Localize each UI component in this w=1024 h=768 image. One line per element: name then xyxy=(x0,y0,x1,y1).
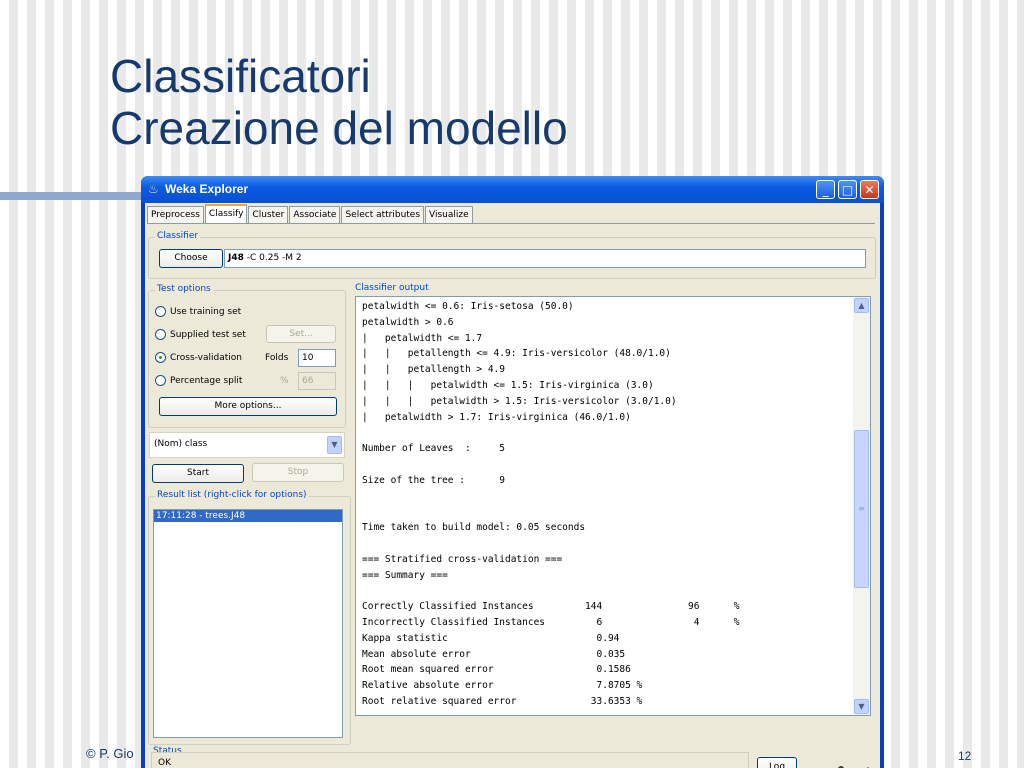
cross-validation-radio[interactable]: Cross-validation xyxy=(155,352,242,363)
output-line: | | | petalwidth <= 1.5: Iris-virginica … xyxy=(362,379,654,391)
stop-button[interactable]: Stop xyxy=(252,463,344,482)
test-options-panel: Test options Use training set Supplied t… xyxy=(148,284,346,428)
classifier-output-area[interactable]: petalwidth <= 0.6: Iris-setosa (50.0) pet… xyxy=(355,296,871,716)
tab-select-attributes[interactable]: Select attributes xyxy=(341,206,425,223)
page-number: 12 xyxy=(958,749,972,763)
output-line: === Summary === xyxy=(362,569,448,581)
percent-label: % xyxy=(280,376,289,386)
classifier-config-field[interactable]: J48 -C 0.25 -M 2 xyxy=(224,249,866,268)
status-box: OK xyxy=(151,752,749,768)
more-options-button[interactable]: More options... xyxy=(159,397,337,416)
class-select-value: (Nom) class xyxy=(154,439,208,449)
tab-divider xyxy=(147,223,875,224)
classifier-output-text: petalwidth <= 0.6: Iris-setosa (50.0) pet… xyxy=(362,299,740,710)
percent-input[interactable]: 66 xyxy=(298,372,336,390)
tab-preprocess[interactable]: Preprocess xyxy=(147,206,204,223)
output-line: | petalwidth <= 1.7 xyxy=(362,332,483,344)
percentage-split-radio[interactable]: Percentage split xyxy=(155,375,242,386)
java-cup-icon: ♨ xyxy=(148,182,159,196)
class-select[interactable]: (Nom) class ▼ xyxy=(149,432,345,458)
slide-title-line2: Creazione del modello xyxy=(110,102,568,154)
output-scrollbar[interactable]: ▲ ≡ ▼ xyxy=(853,297,870,715)
result-list-item[interactable]: 17:11:28 - trees.J48 xyxy=(154,510,342,522)
start-button[interactable]: Start xyxy=(152,464,244,483)
radio-indicator xyxy=(155,306,166,317)
close-button[interactable]: ✕ xyxy=(860,180,879,199)
tab-bar: Preprocess Classify Cluster Associate Select… xyxy=(147,204,474,224)
tab-cluster[interactable]: Cluster xyxy=(248,206,289,223)
set-test-set-button[interactable]: Set... xyxy=(266,325,336,343)
scroll-thumb[interactable]: ≡ xyxy=(854,430,869,588)
weka-explorer-window: ♨ Weka Explorer _ □ ✕ Preprocess Classify… xyxy=(141,176,884,768)
result-list-legend: Result list (right-click for options) xyxy=(155,490,309,500)
status-text: OK xyxy=(158,758,171,768)
folds-input[interactable]: 10 xyxy=(298,349,336,367)
use-training-set-radio[interactable]: Use training set xyxy=(155,306,241,317)
output-line: | | petallength > 4.9 xyxy=(362,364,505,376)
window-client-area: Preprocess Classify Cluster Associate Select… xyxy=(145,203,880,768)
classifier-options: -C 0.25 -M 2 xyxy=(243,253,302,263)
output-line: Mean absolute error 0.035 xyxy=(362,648,626,660)
radio-indicator xyxy=(155,352,166,363)
output-line: Relative absolute error 7.8705 % xyxy=(362,680,643,692)
folds-label: Folds xyxy=(265,353,289,363)
output-line: Number of Leaves : 5 xyxy=(362,443,505,455)
output-line: Size of the tree : 9 xyxy=(362,474,505,486)
radio-label: Use training set xyxy=(170,306,242,317)
tab-associate[interactable]: Associate xyxy=(289,206,341,223)
output-line: === Stratified cross-validation === xyxy=(362,553,563,565)
scroll-down-icon[interactable]: ▼ xyxy=(854,699,869,714)
output-line: Correctly Classified Instances 144 96 % xyxy=(362,601,740,613)
slide-title: Classificatori Creazione del modello xyxy=(110,50,568,154)
output-line: | | petallength <= 4.9: Iris-versicolor … xyxy=(362,348,671,360)
maximize-button[interactable]: □ xyxy=(838,180,857,199)
radio-label: Percentage split xyxy=(170,375,243,386)
tab-visualize[interactable]: Visualize xyxy=(425,206,473,223)
chevron-down-icon[interactable]: ▼ xyxy=(327,436,342,454)
radio-indicator xyxy=(155,329,166,340)
scroll-up-icon[interactable]: ▲ xyxy=(854,298,869,313)
output-line: Incorrectly Classified Instances 6 4 % xyxy=(362,616,740,628)
output-line: petalwidth > 0.6 xyxy=(362,316,454,328)
output-line: Time taken to build model: 0.05 seconds xyxy=(362,522,586,534)
slide-title-line1: Classificatori xyxy=(110,50,371,102)
output-line: Kappa statistic 0.94 xyxy=(362,632,620,644)
title-bar[interactable]: ♨ Weka Explorer _ □ ✕ xyxy=(141,176,884,203)
output-line: Root relative squared error 33.6353 % xyxy=(362,695,643,707)
radio-label: Supplied test set xyxy=(170,329,246,340)
minimize-button[interactable]: _ xyxy=(816,180,835,199)
result-list-panel: Result list (right-click for options) 17… xyxy=(148,490,351,745)
classifier-name: J48 xyxy=(228,253,244,263)
classifier-output-legend: Classifier output xyxy=(353,283,431,293)
output-line: | petalwidth > 1.7: Iris-virginica (46.0… xyxy=(362,411,631,423)
result-items: 17:11:28 - trees.J48 xyxy=(154,510,342,522)
output-line: petalwidth <= 0.6: Iris-setosa (50.0) xyxy=(362,301,574,312)
output-line: Root mean squared error 0.1586 xyxy=(362,664,631,676)
tab-classify[interactable]: Classify xyxy=(204,204,248,224)
choose-button[interactable]: Choose xyxy=(159,249,223,268)
log-button[interactable]: Log xyxy=(757,757,797,768)
supplied-test-set-radio[interactable]: Supplied test set xyxy=(155,329,246,340)
radio-label: Cross-validation xyxy=(170,352,242,363)
classifier-legend: Classifier xyxy=(155,231,201,241)
test-options-legend: Test options xyxy=(155,284,213,294)
radio-indicator xyxy=(155,375,166,386)
title-rule xyxy=(0,192,150,200)
classifier-panel: Classifier Choose J48 -C 0.25 -M 2 xyxy=(148,231,876,279)
footer-copyright: © P. Gio xyxy=(86,746,134,761)
output-line: | | | petalwidth > 1.5: Iris-versicolor … xyxy=(362,395,677,407)
window-title: Weka Explorer xyxy=(165,182,249,196)
weka-bird-icon xyxy=(838,766,844,768)
result-list[interactable]: 17:11:28 - trees.J48 xyxy=(153,509,343,738)
